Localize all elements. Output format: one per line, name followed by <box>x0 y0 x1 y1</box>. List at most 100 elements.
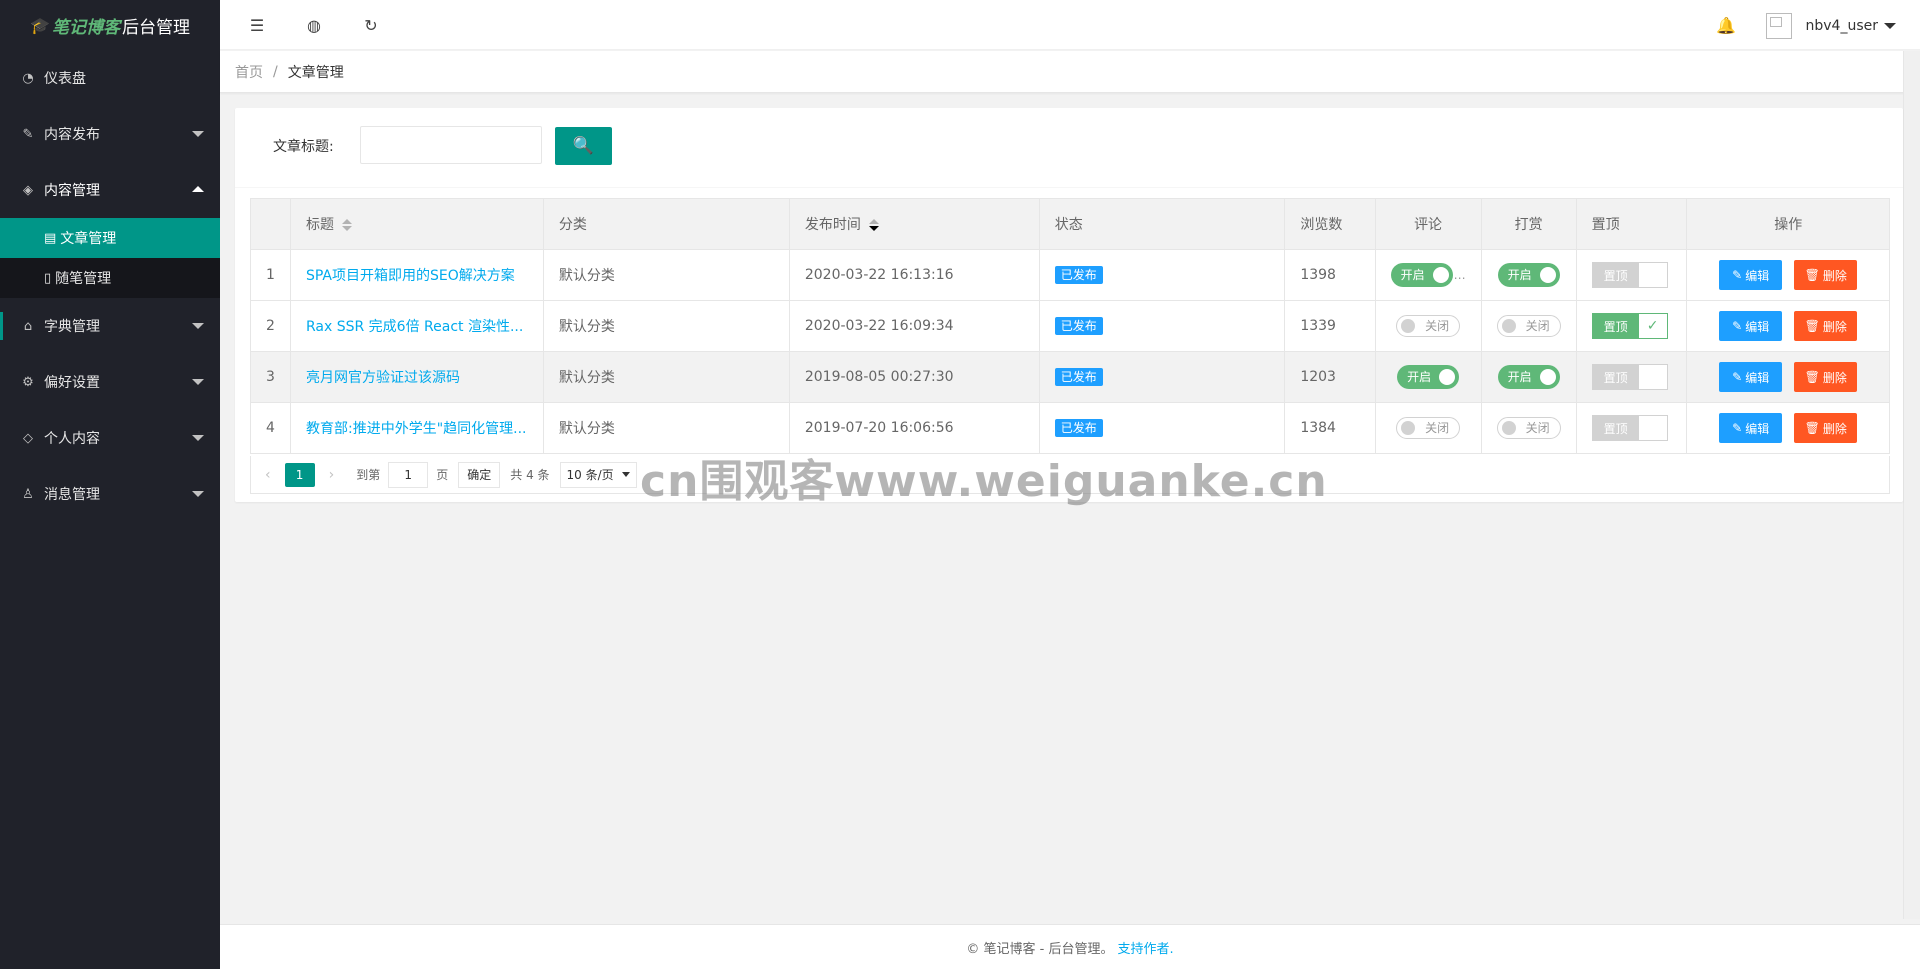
refresh-icon[interactable]: ↻ <box>351 0 391 50</box>
footer: © 笔记博客 - 后台管理。 支持作者. <box>220 924 1920 969</box>
sidebar-item-dictionary[interactable]: ⌂ 字典管理 <box>0 298 220 354</box>
status-cell: 已发布 <box>1038 402 1286 454</box>
col-title[interactable]: 标题 <box>289 198 544 250</box>
search-icon: 🔍 <box>572 136 595 156</box>
delete-button[interactable]: 🗑 删除 <box>1794 260 1858 290</box>
logo[interactable]: 🎓 笔记博客 后台管理 <box>0 0 220 50</box>
page-scrollbar[interactable] <box>1903 51 1920 919</box>
edit-button[interactable]: ✎ 编辑 <box>1719 413 1783 443</box>
sidebar-item-personal[interactable]: ◇ 个人内容 <box>0 410 220 466</box>
sidebar-item-dashboard[interactable]: ◔ 仪表盘 <box>0 50 220 106</box>
globe-icon[interactable]: ◍ <box>294 0 334 50</box>
logo-brand: 笔记博客 <box>51 17 120 38</box>
top-header: ☰ ◍ ↻ 🔔 nbv4_user <box>220 0 1920 50</box>
check-icon: ✓ <box>1638 314 1667 338</box>
search-bar: 文章标题: 🔍 <box>235 108 1903 188</box>
total-count: 共 4 条 <box>510 468 550 482</box>
actions-cell: ✎ 编辑 🗑 删除 <box>1686 351 1890 403</box>
col-top: 置顶 <box>1575 198 1688 250</box>
article-title-cell: Rax SSR 完成6倍 React 渲染性... <box>289 300 544 352</box>
article-title-link[interactable]: 亮月网官方验证过该源码 <box>306 370 460 386</box>
next-page-icon[interactable]: › <box>329 467 335 483</box>
delete-button[interactable]: 🗑 删除 <box>1794 362 1858 392</box>
sidebar-item-content-manage[interactable]: ◈ 内容管理 <box>0 162 220 218</box>
top-checkbox[interactable]: 置顶 <box>1591 364 1668 390</box>
sidebar-subitem-articles[interactable]: ▤ 文章管理 <box>0 218 220 258</box>
sidebar-item-publish[interactable]: ✎ 内容发布 <box>0 106 220 162</box>
avatar <box>1765 13 1792 39</box>
comment-cell: 开启… <box>1374 249 1482 301</box>
col-views: 浏览数 <box>1284 198 1376 250</box>
sort-icon[interactable] <box>341 219 352 231</box>
edit-icon: ✎ <box>1732 421 1743 435</box>
breadcrumb-separator: / <box>273 63 278 80</box>
goto-confirm-button[interactable]: 确定 <box>458 461 501 488</box>
page-size-select[interactable]: 10 条/页 <box>559 461 637 488</box>
top-checkbox[interactable]: 置顶 <box>1591 262 1668 288</box>
publish-time-cell: 2019-08-05 00:27:30 <box>788 351 1040 403</box>
comment-toggle[interactable]: 开启 <box>1397 365 1460 389</box>
breadcrumb-home[interactable]: 首页 <box>235 62 263 82</box>
table-row: 2 Rax SSR 完成6倍 React 渲染性... 默认分类 2020-03… <box>250 300 1890 352</box>
article-icon: ▤ <box>44 230 57 246</box>
support-author-link[interactable]: 支持作者. <box>1117 938 1173 957</box>
user-menu[interactable]: nbv4_user <box>1765 13 1896 39</box>
reward-toggle[interactable]: 关闭 <box>1496 315 1561 337</box>
menu-collapse-icon[interactable]: ☰ <box>237 0 277 50</box>
reward-toggle[interactable]: 关闭 <box>1496 417 1561 439</box>
sidebar-submenu: ▤ 文章管理 ▯ 随笔管理 <box>0 218 220 298</box>
row-number: 3 <box>250 351 291 403</box>
sidebar-subitem-notes[interactable]: ▯ 随笔管理 <box>0 258 220 298</box>
delete-button[interactable]: 🗑 删除 <box>1794 413 1858 443</box>
delete-button[interactable]: 🗑 删除 <box>1794 311 1858 341</box>
comment-toggle[interactable]: 开启 <box>1390 263 1453 287</box>
edit-button[interactable]: ✎ 编辑 <box>1719 362 1783 392</box>
top-checkbox[interactable]: 置顶 <box>1591 415 1668 441</box>
publish-time-cell: 2019-07-20 16:06:56 <box>788 402 1040 454</box>
reward-toggle[interactable]: 开启 <box>1497 263 1560 287</box>
comment-toggle[interactable]: 关闭 <box>1396 417 1461 439</box>
status-cell: 已发布 <box>1038 249 1286 301</box>
views-cell: 1398 <box>1284 249 1376 301</box>
comment-toggle[interactable]: 关闭 <box>1396 315 1461 337</box>
sidebar-item-label: 内容发布 <box>44 127 100 143</box>
pagination: ‹ 1 › 到第 页 确定 共 4 条 10 条/页 <box>250 456 1890 494</box>
sidebar: 🎓 笔记博客 后台管理 ◔ 仪表盘 ✎ 内容发布 ◈ 内容管理 ▤ 文章管理 ▯… <box>0 0 220 969</box>
sidebar-item-messages[interactable]: ♙ 消息管理 <box>0 466 220 522</box>
page-unit-label: 页 <box>436 468 449 482</box>
reward-cell: 开启 <box>1480 249 1577 301</box>
col-publish-time[interactable]: 发布时间 <box>788 198 1040 250</box>
status-badge: 已发布 <box>1054 266 1103 284</box>
col-reward: 打赏 <box>1480 198 1577 250</box>
actions-cell: ✎ 编辑 🗑 删除 <box>1686 402 1890 454</box>
prev-page-icon[interactable]: ‹ <box>265 467 271 483</box>
reward-toggle[interactable]: 开启 <box>1497 365 1560 389</box>
article-title-cell: 亮月网官方验证过该源码 <box>289 351 544 403</box>
col-status: 状态 <box>1038 198 1286 250</box>
row-number: 1 <box>250 249 291 301</box>
article-title-link[interactable]: 教育部:推进中外学生"趋同化管理... <box>306 421 527 437</box>
edit-button[interactable]: ✎ 编辑 <box>1719 311 1783 341</box>
row-number: 4 <box>250 402 291 454</box>
article-title-link[interactable]: Rax SSR 完成6倍 React 渲染性... <box>306 319 523 335</box>
sort-desc-icon[interactable] <box>868 219 879 231</box>
category-cell: 默认分类 <box>542 351 790 403</box>
current-page-button[interactable]: 1 <box>284 462 315 487</box>
table-header-row: 标题 分类 发布时间 状态 浏览数 评论 打赏 置顶 操作 <box>250 198 1890 250</box>
search-button[interactable]: 🔍 <box>555 127 612 165</box>
chevron-down-icon <box>192 131 204 137</box>
edit-button[interactable]: ✎ 编辑 <box>1719 260 1783 290</box>
reward-cell: 关闭 <box>1480 402 1577 454</box>
bell-icon[interactable]: 🔔 <box>1706 0 1746 50</box>
goto-page-input[interactable] <box>388 461 429 488</box>
sidebar-item-label: 字典管理 <box>44 319 100 335</box>
top-checkbox[interactable]: 置顶 ✓ <box>1591 313 1668 339</box>
title-search-input[interactable] <box>360 126 542 164</box>
publish-time-cell: 2020-03-22 16:09:34 <box>788 300 1040 352</box>
article-title-link[interactable]: SPA项目开箱即用的SEO解决方案 <box>306 268 515 284</box>
col-index <box>250 198 291 250</box>
top-cell: 置顶 <box>1575 249 1688 301</box>
dashboard-icon: ◔ <box>22 70 34 86</box>
status-badge: 已发布 <box>1054 317 1103 335</box>
sidebar-item-preferences[interactable]: ⚙ 偏好设置 <box>0 354 220 410</box>
